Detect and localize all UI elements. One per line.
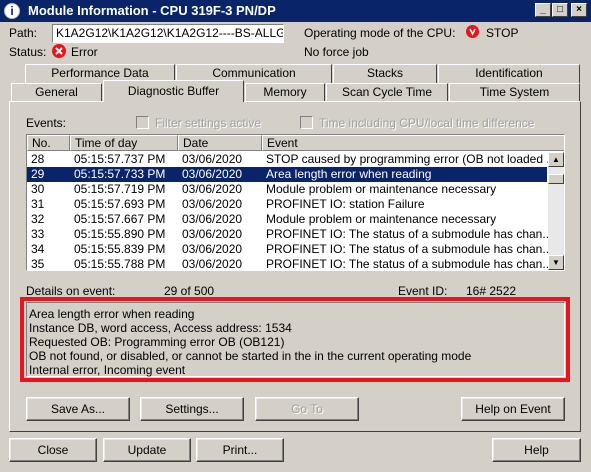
cell-date: 03/06/2020 bbox=[182, 257, 243, 271]
stop-icon bbox=[466, 25, 479, 38]
cell-date: 03/06/2020 bbox=[182, 242, 243, 256]
close-window-button[interactable]: × bbox=[571, 3, 587, 17]
cell-time: 05:15:57.719 PM bbox=[74, 182, 166, 196]
table-row[interactable]: 33 05:15:55.890 PM 03/06/2020 PROFINET IO: … bbox=[27, 227, 548, 242]
column-header-time[interactable]: Time of day bbox=[70, 135, 178, 151]
time-difference-checkbox[interactable] bbox=[300, 116, 313, 129]
details-label: Details on event: bbox=[26, 284, 116, 298]
path-field[interactable]: K1A2G12\K1A2G12\K1A2G12----BS-ALLGE bbox=[52, 24, 284, 43]
cell-no: 28 bbox=[31, 152, 45, 166]
cell-date: 03/06/2020 bbox=[182, 152, 243, 166]
close-button[interactable]: Close bbox=[9, 438, 97, 462]
status-label: Status: bbox=[9, 45, 47, 59]
cell-time: 05:15:57.693 PM bbox=[74, 197, 166, 211]
event-list[interactable]: No. Time of day Date Event 28 05:15:57.73… bbox=[26, 134, 565, 271]
details-line: Requested OB: Programming error OB (OB12… bbox=[29, 335, 285, 349]
cell-time: 05:15:57.737 PM bbox=[74, 152, 166, 166]
cell-event: STOP caused by programming error (OB not… bbox=[266, 152, 548, 166]
filter-settings-checkbox[interactable] bbox=[136, 116, 149, 129]
scroll-up-button[interactable]: ▲ bbox=[548, 152, 564, 167]
event-id-label: Event ID: bbox=[398, 284, 448, 298]
cell-no: 34 bbox=[31, 242, 45, 256]
table-row[interactable]: 28 05:15:57.737 PM 03/06/2020 STOP caused b… bbox=[27, 152, 548, 167]
cell-event: PROFINET IO: The status of a submodule h… bbox=[266, 257, 548, 271]
cell-event: PROFINET IO: The status of a submodule h… bbox=[266, 227, 548, 241]
tab-scan-cycle-time[interactable]: Scan Cycle Time bbox=[326, 83, 448, 102]
time-difference-label: Time including CPU/local time difference bbox=[319, 116, 535, 130]
column-header-no[interactable]: No. bbox=[27, 135, 70, 151]
cell-no: 33 bbox=[31, 227, 45, 241]
tab-memory[interactable]: Memory bbox=[245, 83, 325, 102]
details-line: OB not found, or disabled, or cannot be … bbox=[29, 349, 472, 363]
cell-event: Module problem or maintenance necessary bbox=[266, 212, 497, 226]
event-rows: 28 05:15:57.737 PM 03/06/2020 STOP caused b… bbox=[27, 152, 548, 271]
column-header-date[interactable]: Date bbox=[178, 135, 262, 151]
operating-mode-value: STOP bbox=[486, 26, 519, 40]
help-button[interactable]: Help bbox=[492, 438, 581, 462]
update-button[interactable]: Update bbox=[103, 438, 191, 462]
title-bar[interactable]: i Module Information - CPU 319F-3 PN/DP … bbox=[0, 0, 591, 22]
print-button[interactable]: Print... bbox=[196, 438, 284, 462]
table-row[interactable]: 34 05:15:55.839 PM 03/06/2020 PROFINET IO: … bbox=[27, 242, 548, 257]
filter-settings-label: Filter settings active bbox=[155, 116, 262, 130]
minimize-button[interactable]: _ bbox=[535, 3, 551, 17]
force-job-text: No force job bbox=[304, 45, 369, 59]
cell-date: 03/06/2020 bbox=[182, 182, 243, 196]
details-counter: 29 of 500 bbox=[164, 284, 215, 298]
cell-time: 05:15:55.890 PM bbox=[74, 227, 166, 241]
table-row[interactable]: 32 05:15:57.667 PM 03/06/2020 Module proble… bbox=[27, 212, 547, 227]
save-as-button[interactable]: Save As... bbox=[26, 397, 130, 421]
table-row[interactable]: 31 05:15:57.693 PM 03/06/2020 PROFINET IO: … bbox=[27, 197, 547, 212]
cell-no: 30 bbox=[31, 182, 45, 196]
cell-time: 05:15:55.839 PM bbox=[74, 242, 166, 256]
cell-no: 29 bbox=[31, 167, 45, 181]
cell-no: 31 bbox=[31, 197, 45, 211]
column-header-event[interactable]: Event bbox=[262, 135, 564, 151]
details-line: Area length error when reading bbox=[29, 307, 195, 321]
cell-date: 03/06/2020 bbox=[182, 167, 243, 181]
cell-date: 03/06/2020 bbox=[182, 197, 243, 211]
maximize-button[interactable]: □ bbox=[552, 3, 568, 17]
cell-event: PROFINET IO: station Failure bbox=[266, 197, 425, 211]
cell-date: 03/06/2020 bbox=[182, 227, 243, 241]
event-details-box[interactable]: Area length error when reading Instance … bbox=[26, 302, 565, 377]
events-label: Events: bbox=[26, 116, 67, 130]
table-row[interactable]: 30 05:15:57.719 PM 03/06/2020 Module proble… bbox=[27, 182, 547, 197]
go-to-button[interactable]: Go To bbox=[255, 397, 359, 421]
error-icon bbox=[52, 44, 66, 58]
tab-diagnostic-buffer[interactable]: Diagnostic Buffer bbox=[103, 80, 244, 102]
cell-no: 32 bbox=[31, 212, 45, 226]
cell-date: 03/06/2020 bbox=[182, 212, 243, 226]
cell-event: Module problem or maintenance necessary bbox=[266, 182, 497, 196]
event-id-value: 16# 2522 bbox=[466, 284, 517, 298]
table-row[interactable]: 29 05:15:57.733 PM 03/06/2020 Area length e… bbox=[27, 167, 547, 182]
cell-event: Area length error when reading bbox=[266, 167, 432, 181]
cell-time: 05:15:57.733 PM bbox=[74, 167, 166, 181]
event-list-scrollbar[interactable]: ▲ ▼ bbox=[548, 152, 564, 270]
tab-time-system[interactable]: Time System bbox=[449, 83, 580, 102]
tab-stacks[interactable]: Stacks bbox=[333, 64, 437, 83]
details-line: Instance DB, word access, Access address… bbox=[29, 321, 292, 335]
cell-time: 05:15:55.788 PM bbox=[74, 257, 166, 271]
info-icon: i bbox=[4, 3, 20, 19]
tab-identification[interactable]: Identification bbox=[438, 64, 580, 83]
scroll-thumb[interactable] bbox=[548, 174, 564, 184]
help-on-event-button[interactable]: Help on Event bbox=[461, 397, 565, 421]
settings-button[interactable]: Settings... bbox=[140, 397, 244, 421]
table-row[interactable]: 35 05:15:55.788 PM 03/06/2020 PROFINET IO: … bbox=[27, 257, 548, 271]
cell-event: PROFINET IO: The status of a submodule h… bbox=[266, 242, 548, 256]
operating-mode-label: Operating mode of the CPU: bbox=[304, 26, 456, 40]
scroll-down-button[interactable]: ▼ bbox=[548, 255, 564, 270]
window-title: Module Information - CPU 319F-3 PN/DP bbox=[28, 3, 276, 18]
path-label: Path: bbox=[9, 26, 38, 40]
tab-general[interactable]: General bbox=[11, 83, 102, 102]
details-line: Internal error, Incoming event bbox=[29, 363, 186, 377]
cell-time: 05:15:57.667 PM bbox=[74, 212, 166, 226]
cell-no: 35 bbox=[31, 257, 45, 271]
status-value: Error bbox=[71, 45, 98, 59]
